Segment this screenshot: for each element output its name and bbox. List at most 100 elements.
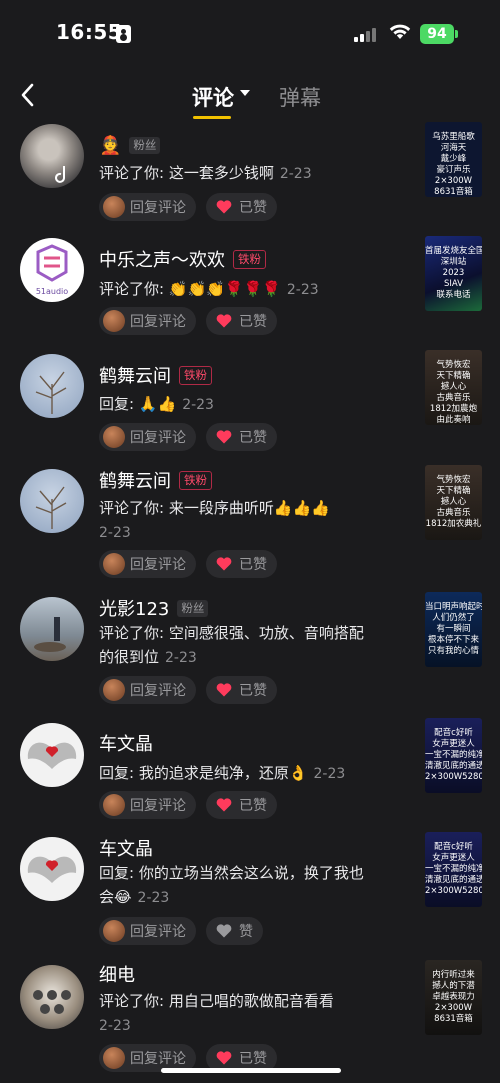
- avatar[interactable]: [20, 124, 84, 188]
- person-on-rock-icon: [34, 617, 66, 652]
- speaker-array-icon: [33, 990, 71, 1014]
- like-button[interactable]: 已赞: [206, 550, 277, 578]
- heart-icon: [216, 683, 232, 697]
- avatar[interactable]: 51audio: [20, 238, 84, 302]
- comment-date: 2-23: [137, 890, 170, 906]
- comment-text: 评论了你: 用自己唱的歌做配音看看 2-23: [99, 992, 334, 1034]
- comment-text: 评论了你: 来一段序曲听听👍👍👍 2-23: [99, 499, 330, 541]
- back-arrow-icon[interactable]: [18, 82, 38, 108]
- user-name[interactable]: 鹤舞云间: [99, 467, 171, 493]
- video-thumbnail[interactable]: 乌苏里船歌 河海天 戴少峰 豪订声乐 2×300W 8631音箱: [425, 122, 482, 197]
- like-button[interactable]: 已赞: [206, 193, 277, 221]
- avatar[interactable]: [20, 965, 84, 1029]
- video-thumbnail[interactable]: 配音c好听 女声更迷人 一宝不漏的纯净 清澈见底的通透 2×300W5280: [425, 718, 482, 793]
- like-button[interactable]: 已赞: [206, 423, 277, 451]
- user-name[interactable]: 光影123: [99, 595, 169, 621]
- like-button[interactable]: 已赞: [206, 676, 277, 704]
- status-bar: 16:55 94: [0, 0, 500, 66]
- name-row: 鹤舞云间 铁粉: [99, 467, 212, 493]
- comment-date: 2-23: [313, 766, 346, 782]
- top-bar: 评论 弹幕: [0, 70, 500, 122]
- heart-icon: [216, 1051, 232, 1065]
- user-name[interactable]: 细电: [99, 961, 135, 987]
- comment-date: 2-23: [165, 650, 197, 666]
- reply-button[interactable]: 回复评论: [99, 676, 196, 704]
- reply-button[interactable]: 回复评论: [99, 791, 196, 819]
- video-thumbnail[interactable]: 当口明声响起时 人们仍然了 有一瞬间 根本停不下来 只有我的心情: [425, 592, 482, 667]
- comment-date: 2-23: [286, 282, 319, 298]
- comment-text: 回复: 🙏👍 2-23: [99, 395, 214, 413]
- like-button[interactable]: 赞: [206, 917, 263, 945]
- actions: 回复评论 已赞: [99, 423, 287, 453]
- reply-button[interactable]: 回复评论: [99, 550, 196, 578]
- tree-icon: [35, 486, 67, 529]
- battery-icon: 94: [420, 24, 458, 44]
- fan-tag: 粉丝: [129, 136, 161, 154]
- user-name[interactable]: 鹤舞云间: [99, 362, 171, 388]
- user-name[interactable]: 车文晶: [99, 730, 153, 756]
- name-row: 车文晶: [99, 835, 153, 861]
- chevron-down-icon[interactable]: [240, 90, 250, 96]
- comment-text: 评论了你: 👏👏👏🌹🌹🌹 2-23: [99, 280, 319, 298]
- name-row: 车文晶: [99, 730, 153, 756]
- video-thumbnail[interactable]: 气势恢宏 天下精确 撼人心 古典音乐 1812加農炮 由此奏响: [425, 350, 482, 425]
- svg-text:51audio: 51audio: [36, 287, 68, 296]
- video-thumbnail[interactable]: 首届发烧友全国巡展深圳站2023SIAV联系电话: [425, 236, 482, 311]
- actions: 回复评论 已赞: [99, 193, 287, 223]
- video-thumbnail[interactable]: 内行听过来 撼人的下潜 卓越表现力 2×300W 8631音箱: [425, 960, 482, 1035]
- tiktok-icon: [55, 166, 65, 183]
- video-thumbnail[interactable]: 气势恢宏 天下精确 撼人心 古典音乐 1812加农典礼: [425, 465, 482, 540]
- avatar[interactable]: [20, 469, 84, 533]
- comment-date: 2-23: [99, 1018, 131, 1034]
- user-name[interactable]: 中乐之声～欢欢: [99, 246, 225, 272]
- tab-underline: [193, 116, 231, 119]
- like-button[interactable]: 已赞: [206, 307, 277, 335]
- name-row: 细电: [99, 961, 135, 987]
- comment-text: 回复: 你的立场当然会这么说，换了我也会😂 2-23: [99, 864, 364, 906]
- comment-date: 2-23: [279, 166, 312, 182]
- reply-button[interactable]: 回复评论: [99, 307, 196, 335]
- reply-button[interactable]: 回复评论: [99, 423, 196, 451]
- user-avatar-mini: [103, 310, 125, 332]
- tab-danmaku[interactable]: 弹幕: [279, 82, 321, 112]
- reply-button[interactable]: 回复评论: [99, 193, 196, 221]
- user-name[interactable]: 车文晶: [99, 835, 153, 861]
- actions: 回复评论 已赞: [99, 307, 287, 337]
- heart-icon: [216, 200, 232, 214]
- winged-heart-icon: [27, 856, 77, 883]
- avatar[interactable]: [20, 837, 84, 901]
- status-time: 16:55: [56, 20, 123, 44]
- heart-icon: [216, 314, 232, 328]
- actions: 回复评论 已赞: [99, 791, 287, 821]
- iron-fan-tag: 铁粉: [179, 470, 212, 490]
- heart-icon: [216, 798, 232, 812]
- tab-comments[interactable]: 评论: [192, 82, 234, 112]
- home-indicator[interactable]: [161, 1068, 341, 1073]
- user-avatar-mini: [103, 679, 125, 701]
- avatar[interactable]: [20, 354, 84, 418]
- avatar[interactable]: [20, 597, 84, 661]
- actions: 回复评论 赞: [99, 917, 273, 947]
- winged-heart-icon: [27, 742, 77, 769]
- user-avatar-mini: [103, 1047, 125, 1069]
- avatar[interactable]: [20, 723, 84, 787]
- comment-date: 2-23: [99, 525, 131, 541]
- like-button[interactable]: 已赞: [206, 791, 277, 819]
- user-avatar-mini: [103, 794, 125, 816]
- reply-button[interactable]: 回复评论: [99, 917, 196, 945]
- name-row: 鹤舞云间 铁粉: [99, 362, 212, 388]
- cellular-signal-icon: [354, 26, 380, 42]
- iron-fan-tag: 铁粉: [233, 249, 266, 269]
- comment-text: 回复: 我的追求是纯净，还原👌 2-23: [99, 764, 346, 782]
- name-row: 👲 粉丝: [99, 132, 161, 158]
- comment-text: 评论了你: 这一套多少钱啊 2-23: [99, 164, 312, 182]
- heart-outline-icon: [216, 924, 232, 938]
- video-thumbnail[interactable]: 配音c好听 女声更迷人 一宝不漏的纯净 清澈见底的通透 2×300W5280: [425, 832, 482, 907]
- 51audio-logo-icon: 51audio: [36, 244, 68, 296]
- tree-icon: [35, 371, 67, 414]
- name-row: 中乐之声～欢欢 铁粉: [99, 246, 266, 272]
- iron-fan-tag: 铁粉: [179, 365, 212, 385]
- wifi-icon: [389, 24, 411, 39]
- actions: 回复评论 已赞: [99, 550, 287, 580]
- heart-icon: [216, 430, 232, 444]
